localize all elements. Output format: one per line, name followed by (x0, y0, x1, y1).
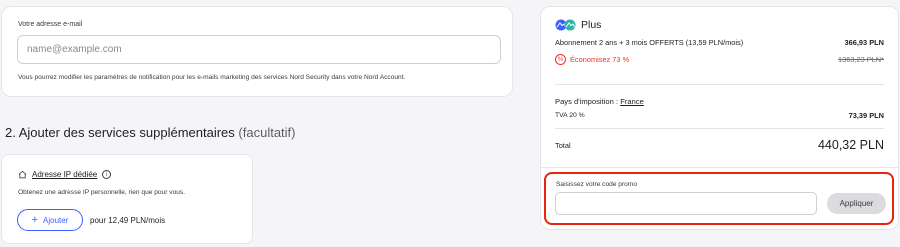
dedicated-ip-card: Adresse IP dédiée i Obtenez une adresse … (1, 154, 253, 244)
dedicated-ip-link[interactable]: Adresse IP dédiée (32, 170, 97, 179)
email-label: Votre adresse e-mail (18, 21, 83, 28)
subscription-row: Abonnement 2 ans + 3 mois OFFERTS (13,59… (555, 38, 884, 47)
promo-code-section: Saisissez votre code promo Appliquer (544, 172, 894, 225)
email-field[interactable] (17, 35, 501, 64)
section-optional-text: (facultatif) (238, 125, 296, 140)
add-dedicated-ip-button[interactable]: + Ajouter (17, 209, 83, 231)
total-label: Total (555, 140, 571, 150)
total-amount: 440,32 PLN (817, 138, 884, 152)
discount-icon: % (555, 54, 566, 65)
divider (555, 128, 884, 129)
dedicated-ip-header: Adresse IP dédiée i (18, 170, 112, 179)
plus-icon: + (31, 213, 39, 226)
add-button-label: Ajouter (43, 215, 69, 225)
divider (555, 84, 884, 85)
divider (541, 167, 898, 168)
country-link[interactable]: France (620, 97, 644, 106)
savings-row: % Économisez 73 % 1363,23 PLN* (555, 54, 884, 65)
email-card: Votre adresse e-mail Vous pourrez modifi… (1, 6, 513, 97)
plan-name: Plus (581, 19, 602, 31)
email-notification-note: Vous pourrez modifier les paramètres de … (18, 74, 406, 81)
total-row: Total 440,32 PLN (555, 138, 884, 152)
vat-amount: 73,39 PLN (848, 111, 884, 120)
subscription-price: 366,93 PLN (844, 38, 884, 47)
dedicated-ip-actions: + Ajouter pour 12,49 PLN/mois (17, 209, 165, 231)
dedicated-ip-price: pour 12,49 PLN/mois (90, 215, 166, 225)
savings-label: Économisez 73 % (570, 55, 630, 64)
apply-promo-button[interactable]: Appliquer (827, 193, 886, 214)
promo-code-label: Saisissez votre code promo (556, 181, 637, 188)
vat-label: TVA 20 % (555, 112, 585, 119)
vat-row: TVA 20 % 73,39 PLN (555, 111, 884, 120)
plan-logo-icon (555, 19, 576, 31)
original-price: 1363,23 PLN* (837, 55, 884, 64)
dedicated-ip-description: Obtenez une adresse IP personnelle, rien… (18, 189, 186, 196)
savings-badge: % Économisez 73 % (555, 54, 629, 65)
subscription-label: Abonnement 2 ans + 3 mois OFFERTS (13,59… (555, 38, 744, 47)
plan-header: Plus (555, 19, 601, 31)
section-title-text: 2. Ajouter des services supplémentaires (5, 125, 235, 140)
info-icon[interactable]: i (102, 170, 112, 179)
tax-country: Pays d'imposition : France (555, 97, 644, 106)
promo-code-input[interactable] (555, 192, 817, 215)
home-icon (18, 170, 27, 179)
country-label: Pays d'imposition : (555, 97, 619, 106)
section-title: 2. Ajouter des services supplémentaires … (5, 125, 296, 140)
